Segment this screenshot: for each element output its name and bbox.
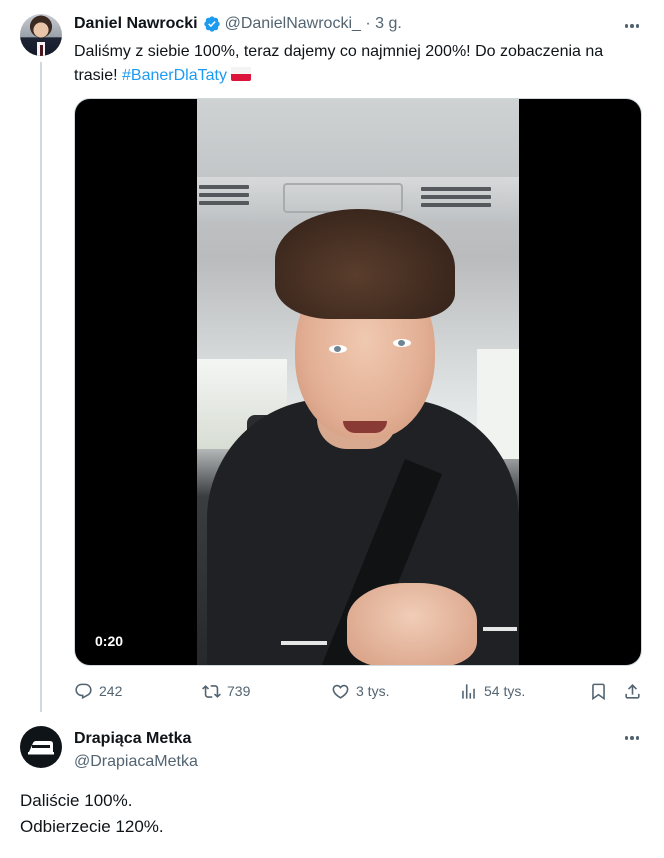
reply-header: Drapiąca Metka @DrapiacaMetka (74, 729, 198, 772)
like-button[interactable]: 3 tys. (331, 679, 389, 703)
more-dots-icon (624, 24, 629, 28)
author-name[interactable]: Drapiąca Metka (74, 729, 198, 749)
reply-count: 242 (99, 683, 123, 699)
video-timestamp: 0:20 (95, 633, 124, 649)
reply-bubble-icon (75, 683, 92, 699)
repost-button[interactable]: 739 (202, 679, 250, 703)
tweet-time[interactable]: 3 g. (375, 15, 402, 33)
separator-dot: · (360, 15, 376, 32)
bookmark-icon (592, 683, 605, 700)
more-dots-icon (624, 736, 629, 740)
like-count: 3 tys. (356, 683, 390, 699)
avatar[interactable] (20, 726, 62, 768)
author-handle[interactable]: @DrapiacaMetka (74, 752, 198, 772)
action-bar: 242 739 3 tys. 54 tys. (74, 679, 644, 703)
reply-text: Daliście 100%. Odbierzecie 120%. (20, 788, 164, 840)
share-button[interactable] (623, 679, 642, 703)
video-player[interactable] (74, 98, 642, 666)
reply-line: Odbierzecie 120%. (20, 817, 164, 836)
repost-count: 739 (227, 683, 251, 699)
repost-arrows-icon (202, 684, 221, 698)
thread-line (40, 62, 42, 712)
views-count: 54 tys. (484, 683, 526, 699)
views-button[interactable]: 54 tys. (459, 679, 525, 703)
poland-flag-icon (230, 67, 251, 81)
tweet-text: Daliśmy z siebie 100%, teraz dajemy co n… (74, 40, 644, 88)
more-options-button[interactable] (622, 728, 642, 748)
tweet-header: Daniel Nawrocki @DanielNawrocki_ · 3 g. (74, 15, 402, 33)
video-frame (197, 99, 519, 665)
author-name[interactable]: Daniel Nawrocki (74, 15, 198, 33)
verified-badge-icon (203, 16, 220, 32)
more-options-button[interactable] (622, 16, 642, 36)
author-handle[interactable]: @DanielNawrocki_ (225, 15, 361, 33)
iron-logo-icon (28, 741, 54, 755)
bookmark-button[interactable] (589, 679, 608, 703)
avatar[interactable] (20, 14, 62, 56)
reply-button[interactable]: 242 (74, 679, 122, 703)
hashtag-link[interactable]: #BanerDlaTaty (122, 67, 227, 84)
share-upload-icon (625, 683, 640, 699)
bar-chart-icon (462, 683, 475, 699)
reply-line: Daliście 100%. (20, 791, 133, 810)
heart-icon (332, 684, 349, 699)
